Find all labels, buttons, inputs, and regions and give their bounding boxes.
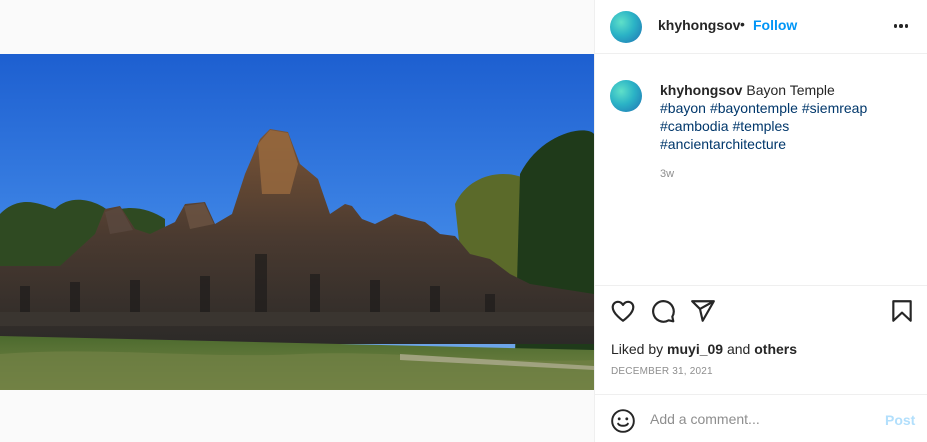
heart-icon[interactable]: [610, 298, 636, 324]
share-icon[interactable]: [690, 298, 716, 324]
hashtag-link[interactable]: #bayontemple: [710, 100, 798, 116]
post-photo[interactable]: [0, 54, 594, 390]
caption-area: khyhongsov Bayon Temple #bayon #bayontemp…: [595, 55, 927, 285]
avatar[interactable]: [610, 11, 642, 43]
emoji-icon[interactable]: [610, 408, 636, 434]
post-date[interactable]: DECEMBER 31, 2021: [611, 366, 713, 377]
username-link[interactable]: khyhongsov: [658, 17, 740, 33]
hashtag-link[interactable]: #siemreap: [802, 100, 867, 116]
media-pane: [0, 0, 594, 442]
hashtag-link[interactable]: #bayon: [660, 100, 706, 116]
follow-button[interactable]: Follow: [753, 17, 797, 33]
post-age[interactable]: 3w: [660, 168, 674, 180]
actions-divider: [595, 285, 927, 286]
temple-image: [0, 54, 594, 390]
comment-divider: [595, 394, 927, 395]
likes-summary: Liked by muyi_09 and others: [611, 341, 797, 357]
comment-input[interactable]: [650, 411, 870, 427]
caption: khyhongsov Bayon Temple #bayon #bayontemp…: [660, 81, 915, 153]
hashtag-link[interactable]: #ancientarchitecture: [660, 136, 786, 152]
post-sidebar: khyhongsov • Follow khyhongsov Bayon Tem…: [595, 0, 927, 442]
hashtag-link[interactable]: #cambodia: [660, 118, 729, 134]
likes-and: and: [726, 341, 751, 357]
likes-prefix: Liked by: [611, 341, 664, 357]
bookmark-icon[interactable]: [889, 298, 915, 324]
hashtag-list: #bayon #bayontemple #siemreap #cambodia #te…: [660, 99, 915, 153]
caption-username[interactable]: khyhongsov: [660, 82, 742, 98]
more-options-icon[interactable]: [889, 14, 913, 38]
hashtag-link[interactable]: #temples: [733, 118, 790, 134]
comment-icon[interactable]: [650, 298, 676, 324]
caption-avatar[interactable]: [610, 80, 642, 112]
likes-others-link[interactable]: others: [754, 341, 797, 357]
liked-by-user-link[interactable]: muyi_09: [667, 341, 723, 357]
post-button[interactable]: Post: [885, 412, 915, 428]
caption-text: Bayon Temple: [746, 82, 835, 98]
post-header: khyhongsov • Follow: [595, 0, 927, 54]
separator-dot: •: [740, 16, 745, 32]
